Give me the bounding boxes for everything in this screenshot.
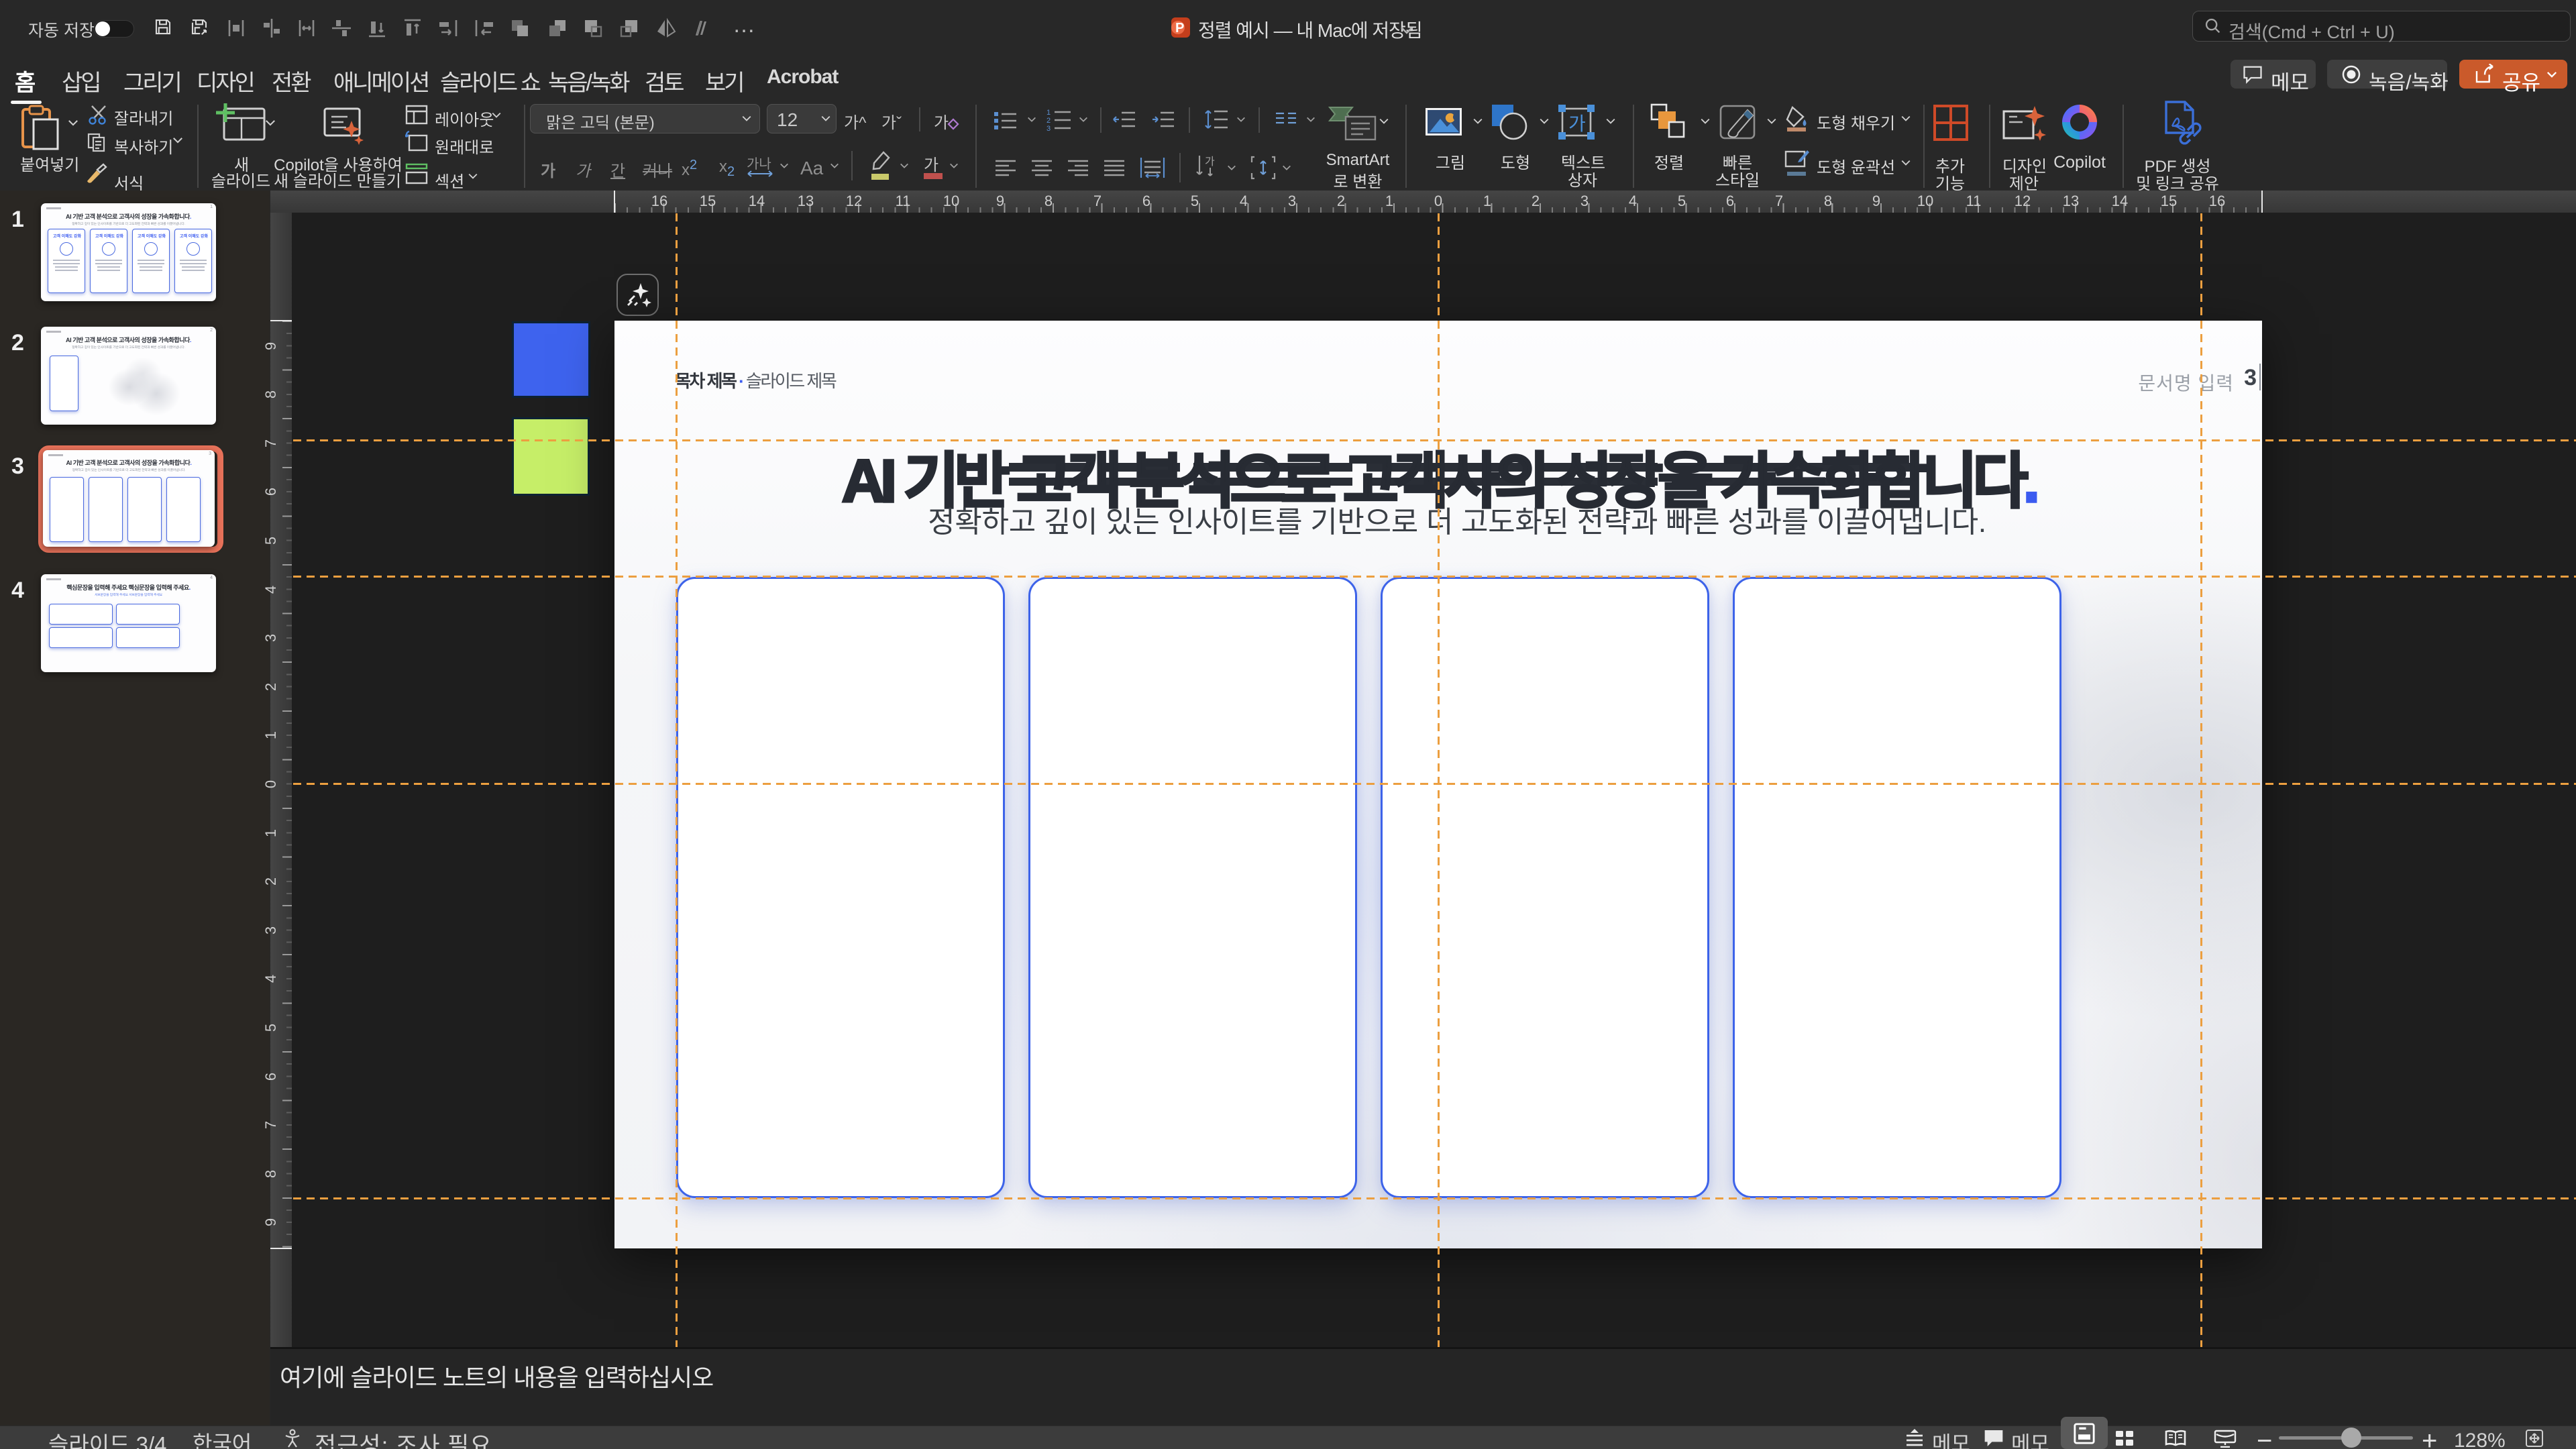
svg-text:3: 3 (1046, 125, 1051, 131)
svg-text:2: 2 (1046, 117, 1051, 125)
svg-text:1: 1 (1046, 109, 1051, 117)
svg-text:가: 가 (1205, 156, 1215, 168)
svg-text:가: 가 (1568, 113, 1586, 134)
